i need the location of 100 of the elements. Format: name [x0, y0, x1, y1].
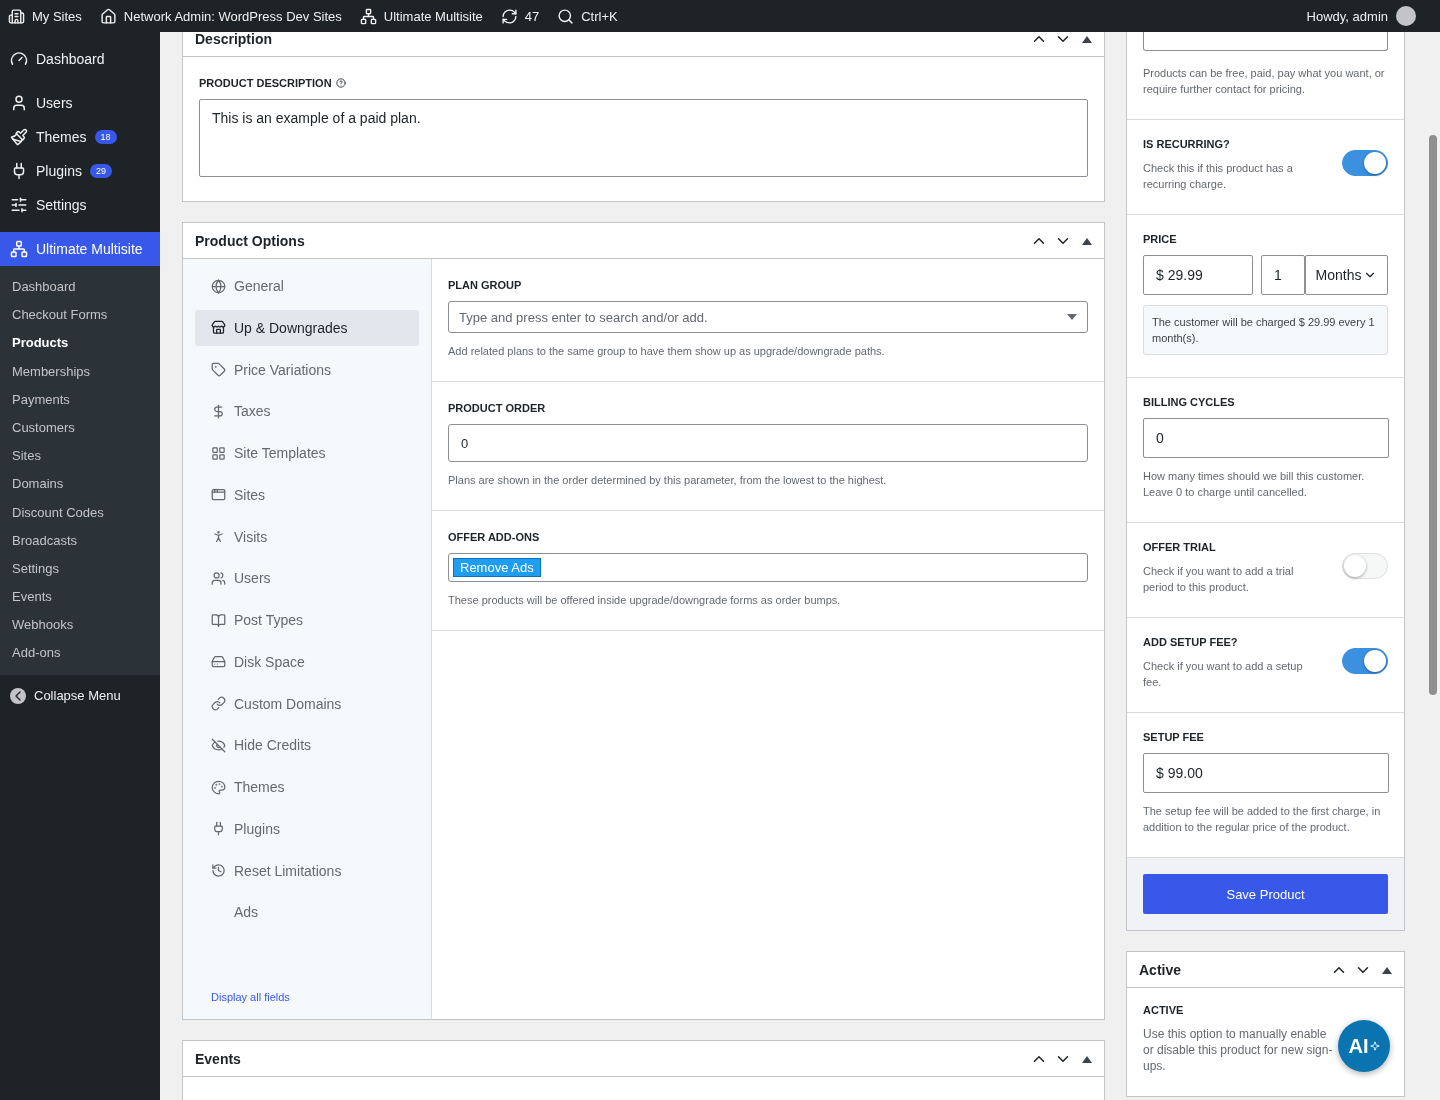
sitemap-icon: [10, 240, 28, 258]
count-badge: 29: [89, 164, 112, 178]
help-icon[interactable]: [335, 78, 346, 88]
submenu-item[interactable]: Discount Codes: [0, 498, 160, 527]
help-text: Check if you want to add a trial period to this product.: [1143, 564, 1295, 595]
submenu-item[interactable]: Dashboard: [0, 273, 160, 302]
account-menu[interactable]: Howdy, admin: [1306, 6, 1416, 26]
menu-label: Ultimate Multisite: [36, 241, 143, 257]
field-label: ADD SETUP FEE?: [1143, 636, 1239, 648]
help-text: How many times should we bill this customer. Leave 0 to charge until cancelled.: [1143, 469, 1366, 500]
palette-icon: [211, 779, 226, 795]
field-label: SETUP FEE: [1143, 731, 1205, 743]
menu-item[interactable]: Dashboard: [0, 42, 160, 76]
collapse-toggle-icon[interactable]: [1082, 236, 1092, 245]
field-label: BILLING CYCLES: [1143, 396, 1236, 408]
refresh-icon: [500, 7, 518, 25]
box-title: Description: [195, 32, 272, 47]
options-tab[interactable]: Post Types: [195, 602, 419, 638]
submenu-item[interactable]: Add-ons: [0, 639, 160, 668]
submenu-item[interactable]: Webhooks: [0, 611, 160, 640]
unit-select[interactable]: Months: [1305, 255, 1388, 295]
price-summary-notice: The customer will be charged $ 29.99 every 1 month(s).: [1143, 305, 1388, 355]
field-label: OFFER ADD-ONS: [448, 531, 541, 543]
toolbar-link[interactable]: Network Admin: WordPress Dev Sites: [99, 7, 342, 25]
collapse-toggle-icon[interactable]: [1382, 965, 1392, 974]
collapse-menu-button[interactable]: Collapse Menu: [0, 678, 160, 713]
interval-input[interactable]: 1: [1261, 255, 1305, 295]
ai-assistant-button[interactable]: AI: [1338, 1020, 1390, 1072]
menu-label: Users: [36, 95, 73, 111]
help-text: These products will be offered inside upgrade/downgrade forms as order bumps.: [448, 593, 842, 608]
options-tab[interactable]: Reset Limitations: [195, 852, 419, 889]
plug-icon: [211, 821, 226, 837]
options-tab[interactable]: Price Variations: [195, 351, 419, 388]
options-tab[interactable]: Up & Downgrades: [195, 309, 419, 346]
options-tab[interactable]: Site Templates: [195, 435, 419, 471]
input-field[interactable]: 0: [1143, 418, 1389, 458]
options-tab[interactable]: Custom Domains: [195, 685, 419, 722]
submenu-item[interactable]: Events: [0, 583, 160, 612]
options-tab[interactable]: General: [195, 268, 419, 304]
input-field[interactable]: 0: [448, 424, 1088, 462]
options-tab[interactable]: Plugins: [195, 810, 419, 847]
grid-icon: [211, 445, 226, 461]
collapse-toggle-icon[interactable]: [1082, 1054, 1092, 1063]
help-text: Add related plans to the same group to have them show up as upgrade/downgrade paths.: [448, 344, 886, 359]
submenu-item[interactable]: Customers: [0, 413, 160, 443]
price-input[interactable]: $ 29.99: [1143, 255, 1253, 295]
menu-label: Themes: [36, 129, 87, 145]
scrollbar-thumb[interactable]: [1428, 135, 1437, 695]
menu-item[interactable]: Plugins 29: [0, 154, 160, 188]
options-tab[interactable]: Taxes: [195, 393, 419, 430]
plan-group-select[interactable]: Type and press enter to search and/or add.: [448, 301, 1088, 333]
submenu-item[interactable]: Payments: [0, 385, 160, 414]
submenu-item[interactable]: Settings: [0, 554, 160, 584]
field-label: IS RECURRING?: [1143, 138, 1231, 150]
toolbar-link[interactable]: Ctrl+K: [557, 7, 618, 25]
drive-icon: [211, 654, 226, 670]
submenu-item[interactable]: Products: [0, 329, 160, 358]
gauge-icon: [10, 50, 28, 68]
toggle-switch[interactable]: [1342, 150, 1388, 176]
menu-item[interactable]: Themes 18: [0, 120, 160, 154]
display-all-fields-link[interactable]: Display all fields: [195, 991, 419, 1003]
sliders-icon: [10, 196, 28, 214]
options-tab[interactable]: Visits: [195, 518, 419, 555]
help-text: Check if you want to add a setup fee.: [1143, 659, 1304, 690]
brush-icon: [10, 128, 28, 146]
menu-item[interactable]: Users: [0, 86, 160, 120]
collapse-toggle-icon[interactable]: [1082, 34, 1092, 43]
history-icon: [211, 863, 226, 878]
user-icon: [10, 94, 28, 112]
options-tab[interactable]: Sites: [195, 476, 419, 513]
save-product-button[interactable]: Save Product: [1143, 874, 1388, 914]
options-tab[interactable]: Ads: [195, 894, 419, 931]
tag-icon: [211, 362, 226, 377]
book-icon: [211, 612, 226, 628]
sparkle-icon: [1369, 1041, 1380, 1051]
submenu-item[interactable]: Sites: [0, 442, 160, 471]
description-textarea[interactable]: This is an example of a paid plan.: [199, 99, 1088, 177]
box-title: Active: [1139, 961, 1182, 978]
field-label: PRODUCT DESCRIPTION: [199, 77, 332, 89]
toolbar-link[interactable]: Ultimate Multisite: [359, 7, 483, 25]
submenu-item[interactable]: Domains: [0, 470, 160, 499]
field-label: PRICE: [1143, 233, 1178, 245]
toolbar-link[interactable]: 47: [500, 7, 540, 25]
box-title: Events: [195, 1050, 241, 1067]
options-tab[interactable]: Themes: [195, 769, 419, 805]
submenu-item[interactable]: Broadcasts: [0, 526, 160, 555]
menu-item[interactable]: Settings: [0, 188, 160, 222]
toolbar-link[interactable]: My Sites: [8, 7, 82, 25]
submenu-item[interactable]: Checkout Forms: [0, 301, 160, 330]
window-icon: [211, 487, 226, 503]
input-field[interactable]: $ 99.00: [1143, 753, 1389, 793]
submenu-item[interactable]: Memberships: [0, 357, 160, 386]
toggle-switch[interactable]: [1342, 648, 1388, 674]
options-tab[interactable]: Hide Credits: [195, 727, 419, 764]
search-icon: [557, 7, 575, 25]
field-label: PLAN GROUP: [448, 279, 523, 291]
menu-item-current[interactable]: Ultimate Multisite: [0, 232, 160, 266]
options-tab[interactable]: Users: [195, 560, 419, 597]
options-tab[interactable]: Disk Space: [195, 643, 419, 680]
count-badge: 18: [94, 130, 117, 144]
